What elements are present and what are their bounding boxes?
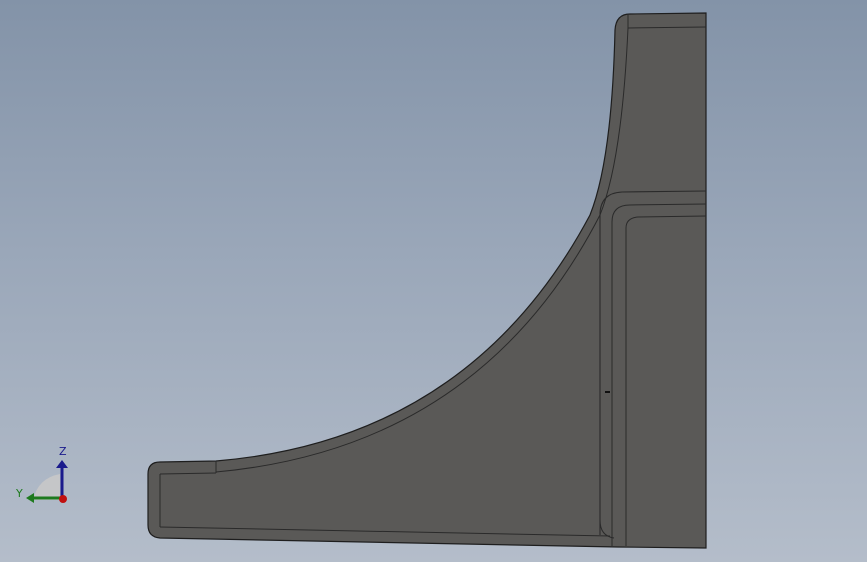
bracket-face [147, 12, 707, 549]
x-axis-dot [59, 495, 67, 503]
reference-triad: Z Y [15, 445, 68, 503]
y-axis-arrow [26, 493, 34, 503]
graphics-viewport[interactable]: Z Y [0, 0, 867, 562]
model-view[interactable]: Z Y [0, 0, 867, 562]
triad-plane [33, 474, 60, 500]
bracket-part[interactable] [147, 12, 707, 549]
z-axis-arrow [56, 460, 68, 468]
y-axis-label: Y [15, 487, 23, 500]
z-axis-label: Z [59, 445, 67, 458]
